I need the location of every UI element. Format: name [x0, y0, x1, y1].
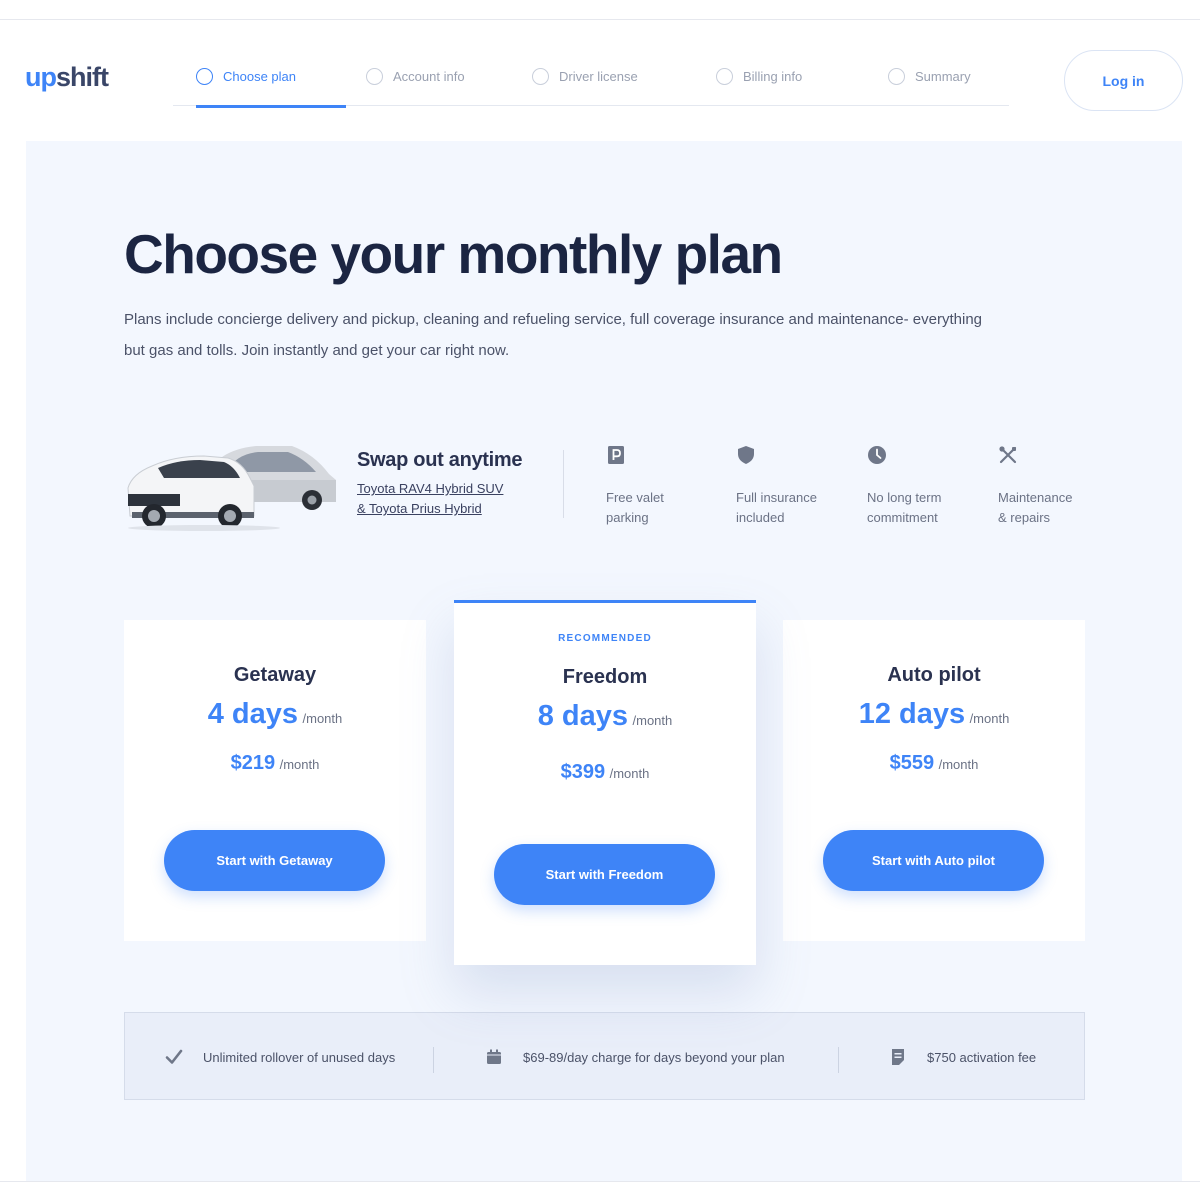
checkmark-icon — [165, 1049, 183, 1064]
plan-days-unit: /month — [632, 713, 673, 728]
step-label: Account info — [393, 69, 465, 84]
clock-icon — [868, 446, 886, 464]
plan-days: 8 days /month — [454, 700, 756, 733]
feature-line: Full insurance — [736, 490, 817, 505]
start-auto-pilot-button[interactable]: Start with Auto pilot — [823, 830, 1044, 891]
step-label: Choose plan — [223, 69, 296, 84]
start-getaway-button[interactable]: Start with Getaway — [164, 830, 385, 891]
brand-logo[interactable]: upshift — [25, 62, 109, 93]
step-label: Driver license — [559, 69, 638, 84]
info-text: $69-89/day charge for days beyond your p… — [523, 1049, 785, 1065]
recommended-badge: RECOMMENDED — [558, 633, 652, 644]
feature-line: commitment — [867, 510, 938, 525]
plan-card-freedom: RECOMMENDED Freedom 8 days /month $399 /… — [454, 600, 756, 965]
plan-days: 4 days /month — [124, 698, 426, 731]
step-account-info[interactable]: Account info — [366, 60, 465, 106]
page-description: Plans include concierge delivery and pic… — [124, 311, 983, 359]
step-circle-icon — [716, 68, 733, 85]
cars-image — [127, 446, 336, 531]
plan-days-unit: /month — [302, 711, 343, 726]
info-text: Unlimited rollover of unused days — [203, 1049, 396, 1065]
tools-icon — [999, 446, 1017, 464]
plan-price: $219 /month — [124, 752, 426, 775]
feature-line: & repairs — [998, 510, 1051, 525]
step-choose-plan[interactable]: Choose plan — [196, 60, 346, 108]
step-circle-icon — [888, 68, 905, 85]
step-label: Summary — [915, 69, 971, 84]
info-activation-fee: $750 activation fee — [889, 1013, 1036, 1101]
plan-info-bar: Unlimited rollover of unused days $69-89… — [124, 1012, 1085, 1100]
plan-name: Auto pilot — [887, 664, 981, 686]
plan-days-value: 4 days — [207, 698, 299, 730]
start-freedom-button[interactable]: Start with Freedom — [494, 844, 715, 905]
feature-line: Free valet — [606, 490, 664, 505]
plan-days-value: 8 days — [537, 700, 629, 732]
plan-price-unit: /month — [609, 766, 650, 781]
step-circle-icon — [532, 68, 549, 85]
feature-line: included — [736, 510, 785, 525]
info-divider — [838, 1047, 839, 1073]
parking-icon — [608, 446, 624, 464]
login-button[interactable]: Log in — [1064, 50, 1183, 111]
signup-stepper: Choose plan Account info Driver license … — [173, 60, 1009, 108]
step-label: Billing info — [743, 69, 803, 84]
info-divider — [433, 1047, 434, 1073]
calendar-icon — [487, 1049, 501, 1064]
feature-line: Maintenance — [998, 490, 1073, 505]
plan-days: 12 days /month — [783, 698, 1085, 731]
features-divider — [563, 450, 564, 518]
plan-price-value: $219 — [230, 752, 276, 774]
plan-price-unit: /month — [279, 757, 320, 772]
plan-price: $559 /month — [783, 752, 1085, 775]
prius-link[interactable]: & Toyota Prius Hybrid — [357, 501, 482, 516]
top-divider — [0, 19, 1200, 20]
step-billing-info[interactable]: Billing info — [716, 60, 802, 106]
logo-suffix: shift — [56, 62, 109, 92]
plan-price-unit: /month — [938, 757, 979, 772]
feature-no-commitment: No long term commitment — [867, 445, 987, 528]
plan-days-unit: /month — [969, 711, 1010, 726]
feature-insurance: Full insurance included — [736, 445, 856, 528]
info-text: $750 activation fee — [927, 1049, 1037, 1065]
info-rollover: Unlimited rollover of unused days — [165, 1013, 395, 1101]
receipt-icon — [892, 1049, 904, 1065]
plan-card-auto-pilot: Auto pilot 12 days /month $559 /month St… — [783, 620, 1085, 941]
plan-name: Getaway — [233, 664, 317, 686]
feature-valet-parking: Free valet parking — [606, 445, 726, 528]
bottom-divider — [0, 1181, 1200, 1182]
step-circle-icon — [196, 68, 213, 85]
feature-maintenance: Maintenance & repairs — [998, 445, 1118, 528]
plan-name: Freedom — [562, 666, 648, 688]
step-circle-icon — [366, 68, 383, 85]
step-summary[interactable]: Summary — [888, 60, 971, 106]
logo-prefix: up — [25, 62, 57, 92]
page-title: Choose your monthly plan — [124, 223, 783, 285]
feature-line: No long term — [867, 490, 942, 505]
feature-line: parking — [606, 510, 649, 525]
step-driver-license[interactable]: Driver license — [532, 60, 638, 106]
rav4-link[interactable]: Toyota RAV4 Hybrid SUV — [357, 481, 503, 496]
shield-icon — [738, 446, 754, 464]
plan-price-value: $559 — [889, 752, 935, 774]
info-daily-charge: $69-89/day charge for days beyond your p… — [485, 1013, 785, 1101]
plan-price-value: $399 — [560, 761, 606, 783]
plan-days-value: 12 days — [858, 698, 966, 730]
swap-title: Swap out anytime — [357, 449, 523, 471]
plan-price: $399 /month — [454, 761, 756, 784]
plan-card-getaway: Getaway 4 days /month $219 /month Start … — [124, 620, 426, 941]
